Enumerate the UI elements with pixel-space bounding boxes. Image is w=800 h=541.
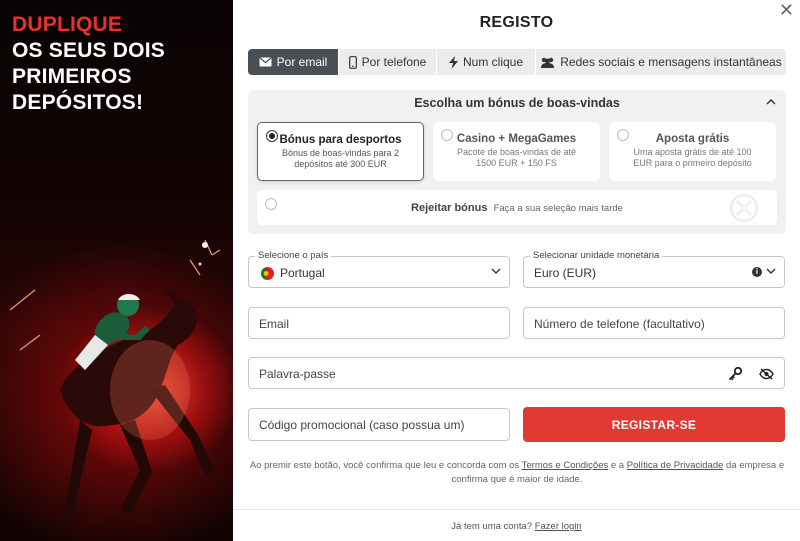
promo-headline: DUPLIQUE OS SEUS DOIS PRIMEIROS DEPÓSITO… [12,12,165,116]
key-icon[interactable] [728,367,742,381]
phone-icon [348,55,357,69]
login-question: Já tem uma conta? [451,521,533,532]
eye-slash-icon[interactable] [759,368,774,380]
bonus-option-title: Aposta grátis [655,133,730,145]
reject-bonus-text: Rejeitar bónus Faça a sua seleção mais t… [257,202,777,214]
horse-racing-illustration [9,239,221,522]
page-title: REGISTO [479,14,554,31]
password-placeholder: Palavra-passe [259,367,336,381]
currency-value: Euro (EUR) [534,266,597,280]
password-field[interactable]: Palavra-passe [248,357,785,389]
tab-one-click[interactable]: Num clique [437,49,536,75]
terms-link[interactable]: Termos e Condições [522,460,609,471]
currency-select[interactable]: Selecionar unidade monetária Euro (EUR) … [523,250,785,288]
chevron-down-icon[interactable] [766,268,776,275]
email-field[interactable]: Email [248,307,510,339]
bonus-option-title: Casino + MegaGames [456,133,577,145]
tab-label: Redes sociais e mensagens instantâneas [560,55,782,69]
chevron-down-icon[interactable] [491,268,501,275]
promo-headline-line-1: DUPLIQUE [12,13,123,36]
terms-notice: Ao premir este botão, você confirma que … [248,459,786,487]
x-watermark-icon [729,193,759,223]
country-label: Selecione o país [255,250,332,261]
privacy-link[interactable]: Política de Privacidade [627,460,724,471]
info-icon[interactable]: i [752,267,762,277]
promo-banner: DUPLIQUE OS SEUS DOIS PRIMEIROS DEPÓSITO… [0,0,233,541]
login-link[interactable]: Fazer login [535,521,582,532]
promo-headline-line-3: PRIMEIROS [12,65,132,88]
country-select[interactable]: Selecione o país Portugal [248,250,510,288]
promo-code-placeholder: Código promocional (caso possua um) [259,418,465,432]
chevron-up-icon[interactable] [766,98,776,105]
portugal-flag-icon [261,267,274,280]
bonus-heading: Escolha um bónus de boas-vindas [414,96,620,110]
register-button[interactable]: REGISTAR-SE [523,407,785,442]
envelope-icon [259,57,272,67]
users-icon [541,57,555,68]
lightning-icon [448,55,458,69]
promo-headline-line-4: DEPÓSITOS! [12,91,144,114]
country-value: Portugal [280,266,325,280]
radio-icon[interactable] [441,129,453,141]
bonus-option-description: Pacote de boas-vindas de até 1500 EUR + … [456,147,577,168]
promo-code-field[interactable]: Código promocional (caso possua um) [248,408,510,441]
email-placeholder: Email [259,317,290,331]
bonus-option-casino[interactable]: Casino + MegaGames Pacote de boas-vindas… [433,122,600,181]
tab-by-phone[interactable]: Por telefone [339,49,437,75]
tab-label: Num clique [462,55,524,69]
bonus-option-reject[interactable]: Rejeitar bónus Faça a sua seleção mais t… [257,190,777,225]
phone-field[interactable]: Número de telefone (facultativo) [523,307,785,339]
bonus-option-description: Uma aposta grátis de até 100 EUR para o … [633,147,752,168]
phone-placeholder: Número de telefone (facultativo) [534,317,705,331]
registration-tabs: Por email Por telefone Num clique Redes … [248,49,786,75]
bonus-option-sports[interactable]: Bónus para desportos Bónus de boas-vinda… [257,122,424,181]
reject-bonus-subtitle: Faça a sua seleção mais tarde [493,203,623,214]
welcome-bonus-section: Escolha um bónus de boas-vindas Bónus pa… [248,90,786,234]
radio-icon[interactable] [617,129,629,141]
tab-label: Por telefone [361,55,427,69]
bonus-option-free-bet[interactable]: Aposta grátis Uma aposta grátis de até 1… [609,122,776,181]
divider [233,509,800,510]
radio-selected-icon[interactable] [266,130,278,142]
tab-label: Por email [276,55,328,69]
login-prompt: Já tem uma conta? Fazer login [233,521,800,532]
registration-panel: ✕ REGISTO Por email Por telefone Num cli… [233,0,800,541]
tab-by-email[interactable]: Por email [248,49,339,75]
tab-social-messengers[interactable]: Redes sociais e mensagens instantâneas [536,49,786,75]
terms-text-mid: e a [608,460,627,471]
currency-label: Selecionar unidade monetária [530,250,663,261]
promo-headline-line-2: OS SEUS DOIS [12,39,165,62]
reject-bonus-title: Rejeitar bónus [411,202,488,214]
terms-text-pre: Ao premir este botão, você confirma que … [249,460,522,471]
bonus-option-description: Bónus de boas-vindas para 2 depósitos at… [281,148,400,169]
bonus-option-title: Bónus para desportos [279,134,402,146]
